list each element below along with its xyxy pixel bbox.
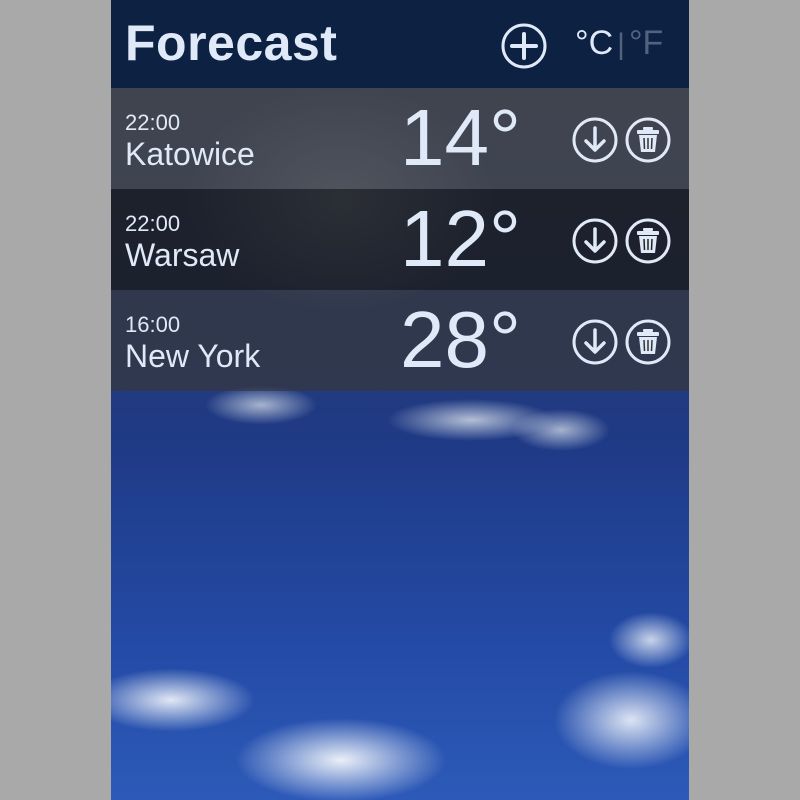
city-name: New York: [125, 338, 261, 374]
details-button[interactable]: [571, 116, 619, 164]
trash-circle-icon: [625, 117, 671, 163]
delete-city-button[interactable]: [624, 318, 672, 366]
city-name: Katowice: [125, 136, 255, 172]
arrow-down-circle-icon: [572, 218, 618, 264]
arrow-down-circle-icon: [572, 117, 618, 163]
city-temperature: 12°: [400, 194, 521, 283]
add-city-button[interactable]: [500, 22, 548, 70]
city-temperature: 28°: [400, 295, 521, 384]
unit-switch: °C | °F: [575, 24, 663, 63]
city-row-warsaw: 22:00 Warsaw 12°: [111, 189, 689, 290]
plus-circle-icon: [501, 23, 547, 69]
city-local-time: 16:00: [125, 312, 181, 337]
city-temperature: 14°: [400, 93, 521, 182]
details-button[interactable]: [571, 318, 619, 366]
fahrenheit-toggle[interactable]: °F: [629, 24, 663, 62]
page-title: Forecast: [125, 15, 338, 71]
city-local-time: 22:00: [125, 211, 181, 236]
celsius-toggle[interactable]: °C: [575, 24, 613, 62]
delete-city-button[interactable]: [624, 116, 672, 164]
arrow-down-circle-icon: [572, 319, 618, 365]
unit-separator: |: [617, 28, 625, 61]
app-header: Forecast °C | °F: [111, 0, 689, 88]
delete-city-button[interactable]: [624, 217, 672, 265]
city-local-time: 22:00: [125, 110, 181, 135]
trash-circle-icon: [625, 218, 671, 264]
details-button[interactable]: [571, 217, 619, 265]
city-name: Warsaw: [125, 237, 240, 273]
trash-circle-icon: [625, 319, 671, 365]
city-row-katowice: 22:00 Katowice 14°: [111, 88, 689, 189]
city-row-new-york: 16:00 New York 28°: [111, 290, 689, 391]
weather-app: Forecast °C | °F 22:00 Katowice 14° 22:0…: [111, 0, 689, 800]
